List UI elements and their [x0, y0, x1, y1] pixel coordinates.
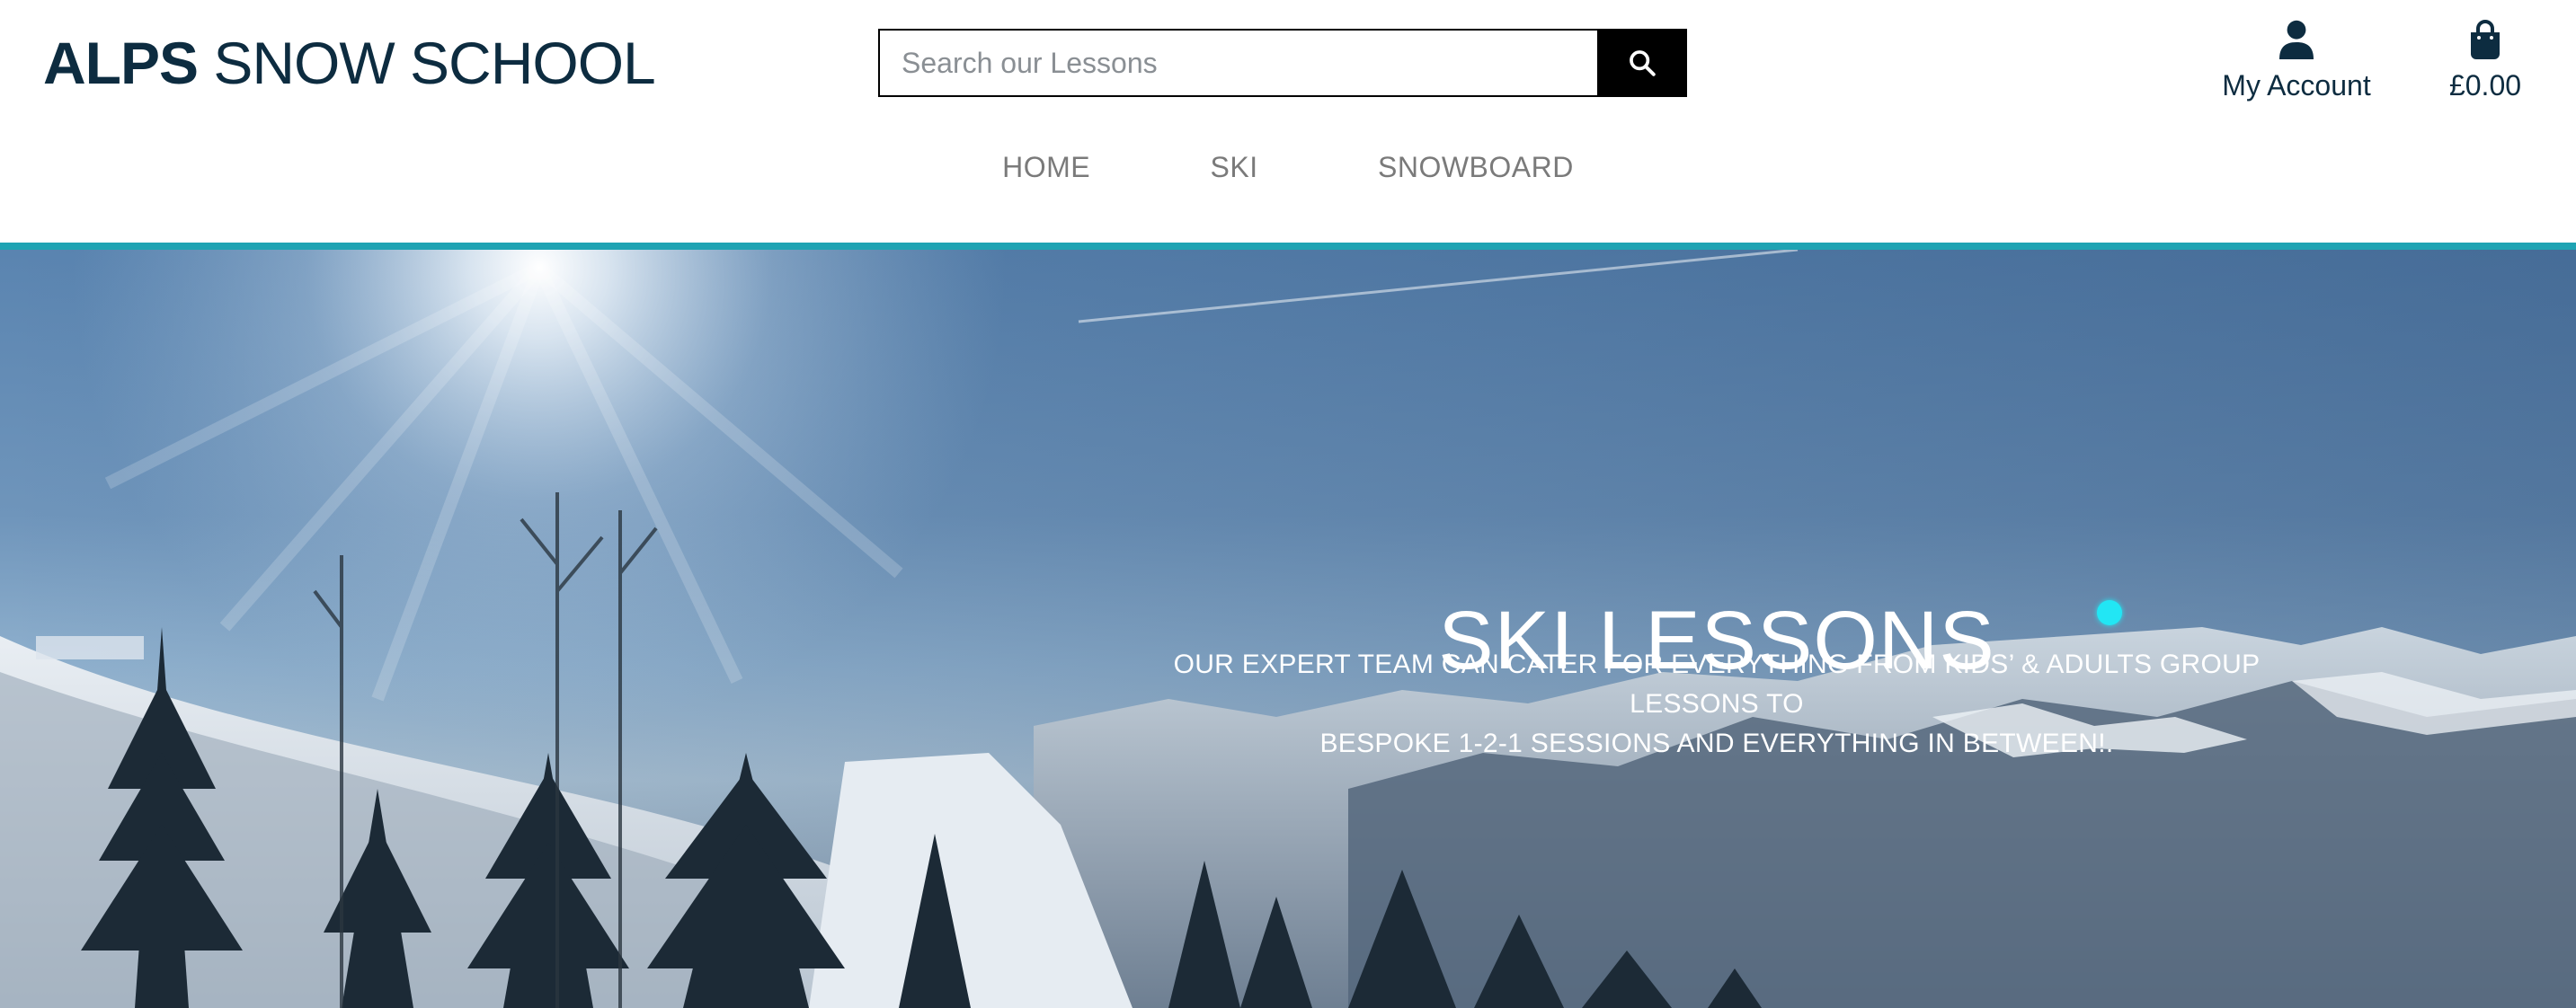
search-form — [878, 29, 1687, 97]
hero-banner: SKI LESSONS OUR EXPERT TEAM CAN CATER FO… — [0, 250, 2576, 1008]
my-account-label: My Account — [2222, 69, 2371, 102]
nav-snowboard[interactable]: SNOWBOARD — [1378, 151, 1574, 183]
brand-name-rest: SNOW SCHOOL — [198, 30, 655, 96]
shopping-bag-link[interactable]: £0.00 — [2436, 20, 2535, 103]
main-nav: HOME SKI SNOWBOARD — [0, 151, 2576, 184]
nav-home[interactable]: HOME — [1002, 151, 1090, 183]
hero-subtitle-line-1: OUR EXPERT TEAM CAN CATER FOR EVERYTHING… — [1173, 650, 2261, 719]
bag-total: £0.00 — [2448, 69, 2522, 102]
shopping-bag-icon — [2471, 20, 2500, 59]
nav-ski[interactable]: SKI — [1211, 151, 1258, 183]
hero-subtitle: OUR EXPERT TEAM CAN CATER FOR EVERYTHING… — [1141, 645, 2292, 764]
search-icon — [1630, 50, 1656, 76]
cursor-indicator — [2097, 600, 2122, 625]
brand-logo[interactable]: ALPS SNOW SCHOOL — [43, 27, 656, 99]
user-icon — [2279, 20, 2314, 59]
my-account-link[interactable]: My Account — [2211, 20, 2382, 103]
search-button[interactable] — [1597, 29, 1687, 97]
hero-subtitle-line-2: BESPOKE 1-2-1 SESSIONS AND EVERYTHING IN… — [1319, 729, 2114, 758]
search-input[interactable] — [878, 29, 1597, 97]
brand-name-bold: ALPS — [43, 30, 199, 96]
header-divider — [0, 243, 2576, 250]
site-header: ALPS SNOW SCHOOL My Account £0.00 HOME S… — [0, 0, 2576, 243]
